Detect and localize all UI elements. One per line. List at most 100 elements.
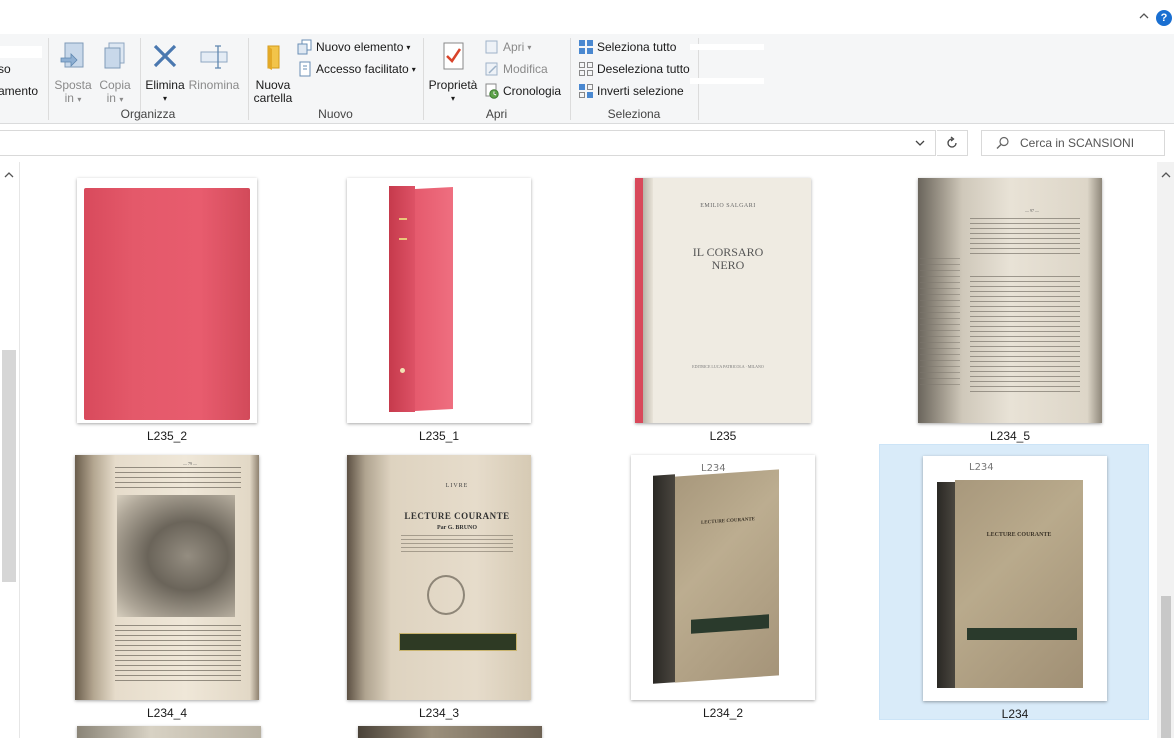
group-label-organizza: Organizza [120, 107, 176, 121]
thumbnail-image: — 97 — [918, 178, 1102, 423]
chevron-down-icon: ▾ [450, 94, 455, 103]
move-to-button[interactable]: Sposta in ▾ [53, 40, 93, 106]
thumbnail [32, 167, 302, 423]
group-label-seleziona: Seleziona [607, 107, 661, 121]
file-item[interactable]: — 97 — L234_5 [875, 167, 1145, 443]
refresh-button[interactable] [937, 130, 968, 156]
address-bar-row: Cerca in SCANSIONI [0, 124, 1174, 162]
edit-label: Modifica [503, 62, 548, 76]
delete-x-icon [153, 44, 177, 68]
thumb-publisher-text: EDITRICE LUCA PATRICOLA · MILANO [692, 364, 764, 369]
thumbnail-image: L234 LECTURE COURANTE [923, 456, 1107, 701]
file-item[interactable]: — 79 — L234_4 [32, 444, 302, 720]
file-name: L235_2 [146, 429, 188, 443]
file-name: L234_5 [989, 429, 1031, 443]
file-item-selected[interactable]: L234 LECTURE COURANTE L234 [879, 444, 1150, 721]
chevron-down-icon: ▾ [411, 64, 416, 74]
navigation-pane-scrollbar[interactable] [0, 162, 20, 738]
file-name: L234_3 [418, 706, 460, 720]
scroll-up-arrow-icon[interactable] [3, 170, 15, 180]
copy-to-label-in: in [106, 91, 116, 105]
thumb-par-text: Par G. BRUNO [436, 525, 478, 531]
thumb-lecture-text: LECTURE COURANTE [986, 532, 1052, 538]
new-item-icon [297, 39, 312, 55]
open-label: Apri [503, 40, 525, 54]
edit-button[interactable]: Modifica [484, 59, 548, 79]
group-label-nuovo: Nuovo [318, 107, 353, 121]
ribbon-cut-text-1[interactable]: so [0, 62, 11, 76]
select-all-button[interactable]: Seleziona tutto [578, 37, 676, 57]
ribbon-highlight [690, 44, 764, 50]
ribbon-highlight [0, 46, 42, 58]
rename-button[interactable]: Rinomina [188, 40, 240, 92]
file-view: L235_2 L235_1 EMILIO SALGARI IL CORSARO … [20, 162, 1157, 738]
rename-icon [200, 45, 228, 69]
ribbon-highlight [690, 78, 764, 84]
new-item-button[interactable]: Nuovo elemento ▾ [297, 37, 410, 57]
chevron-down-icon: ▾ [406, 42, 411, 52]
deselect-all-label: Deseleziona tutto [597, 62, 690, 76]
thumbnail-image: EMILIO SALGARI IL CORSARO NERO EDITRICE … [635, 178, 811, 423]
thumbnail-image: — 79 — [75, 455, 259, 700]
title-strip: ? [0, 0, 1174, 34]
easy-access-label: Accesso facilitato [316, 62, 409, 76]
chevron-up-icon[interactable] [1138, 10, 1150, 22]
easy-access-icon [299, 61, 311, 77]
address-bar[interactable] [0, 130, 936, 156]
file-name: L235 [709, 429, 737, 443]
thumb-title-line-2: NERO [711, 258, 745, 272]
deselect-all-button[interactable]: Deseleziona tutto [578, 59, 690, 79]
search-icon [996, 136, 1009, 149]
refresh-icon [947, 136, 957, 148]
ribbon-cut-text-2[interactable]: amento [0, 84, 38, 98]
file-name: L234 [1001, 707, 1029, 721]
history-label: Cronologia [503, 84, 562, 98]
file-view-scrollbar[interactable] [1157, 162, 1174, 738]
search-box[interactable]: Cerca in SCANSIONI [981, 130, 1165, 156]
file-item[interactable]: L235_1 [304, 167, 574, 443]
properties-label: Proprietà [428, 78, 478, 92]
history-button[interactable]: Cronologia [484, 81, 561, 101]
chevron-down-icon: ▾ [119, 95, 124, 104]
thumbnail-image-partial[interactable] [358, 726, 542, 738]
delete-button[interactable]: Elimina ▾ [145, 40, 185, 105]
thumbnail: EMILIO SALGARI IL CORSARO NERO EDITRICE … [588, 167, 858, 423]
scrollbar-thumb[interactable] [1161, 596, 1171, 738]
file-item[interactable]: LIVRE LECTURE COURANTE Par G. BRUNO L234… [304, 444, 574, 720]
thumb-lecture-text: LECTURE COURANTE [404, 511, 510, 521]
thumbnail: L234 LECTURE COURANTE [880, 445, 1150, 701]
thumbnail-image: LIVRE LECTURE COURANTE Par G. BRUNO [347, 455, 531, 700]
open-button[interactable]: Apri ▾ [484, 37, 531, 57]
thumbnail-image [347, 178, 531, 423]
copy-to-button[interactable]: Copia in ▾ [96, 40, 134, 106]
open-icon [485, 40, 498, 54]
help-icon[interactable]: ? [1156, 10, 1172, 26]
easy-access-button[interactable]: Accesso facilitato ▾ [297, 59, 416, 79]
file-explorer-window: ? so amento Sposta in ▾ Copia in ▾ Elimi… [0, 0, 1174, 738]
properties-button[interactable]: Proprietà ▾ [428, 40, 478, 105]
thumbnail: LIVRE LECTURE COURANTE Par G. BRUNO [304, 444, 574, 700]
chevron-down-icon[interactable] [912, 135, 928, 151]
thumb-livre-text: LIVRE [445, 483, 469, 489]
thumbnail: — 97 — [875, 167, 1145, 423]
rename-label: Rinomina [188, 78, 240, 92]
scroll-up-arrow-icon[interactable] [1160, 170, 1172, 180]
thumb-handwritten-text: L234 [969, 462, 994, 473]
group-label-apri: Apri [485, 107, 508, 121]
thumbnail-image-partial[interactable] [77, 726, 261, 738]
move-to-icon [60, 42, 84, 68]
history-clock-icon [485, 83, 499, 99]
file-name: L235_1 [418, 429, 460, 443]
invert-selection-button[interactable]: Inverti selezione [578, 81, 684, 101]
edit-pencil-icon [485, 62, 498, 76]
thumb-page-number: — 79 — [183, 461, 197, 466]
file-item[interactable]: L234 LECTURE COURANTE L234_2 [588, 444, 858, 720]
file-item[interactable]: L235_2 [32, 167, 302, 443]
select-all-label: Seleziona tutto [597, 40, 677, 54]
new-folder-button[interactable]: Nuova cartella [252, 40, 294, 105]
invert-selection-label: Inverti selezione [597, 84, 684, 98]
new-item-label: Nuovo elemento [316, 40, 404, 54]
file-item[interactable]: EMILIO SALGARI IL CORSARO NERO EDITRICE … [588, 167, 858, 443]
scrollbar-thumb[interactable] [2, 350, 16, 582]
thumbnail [304, 167, 574, 423]
